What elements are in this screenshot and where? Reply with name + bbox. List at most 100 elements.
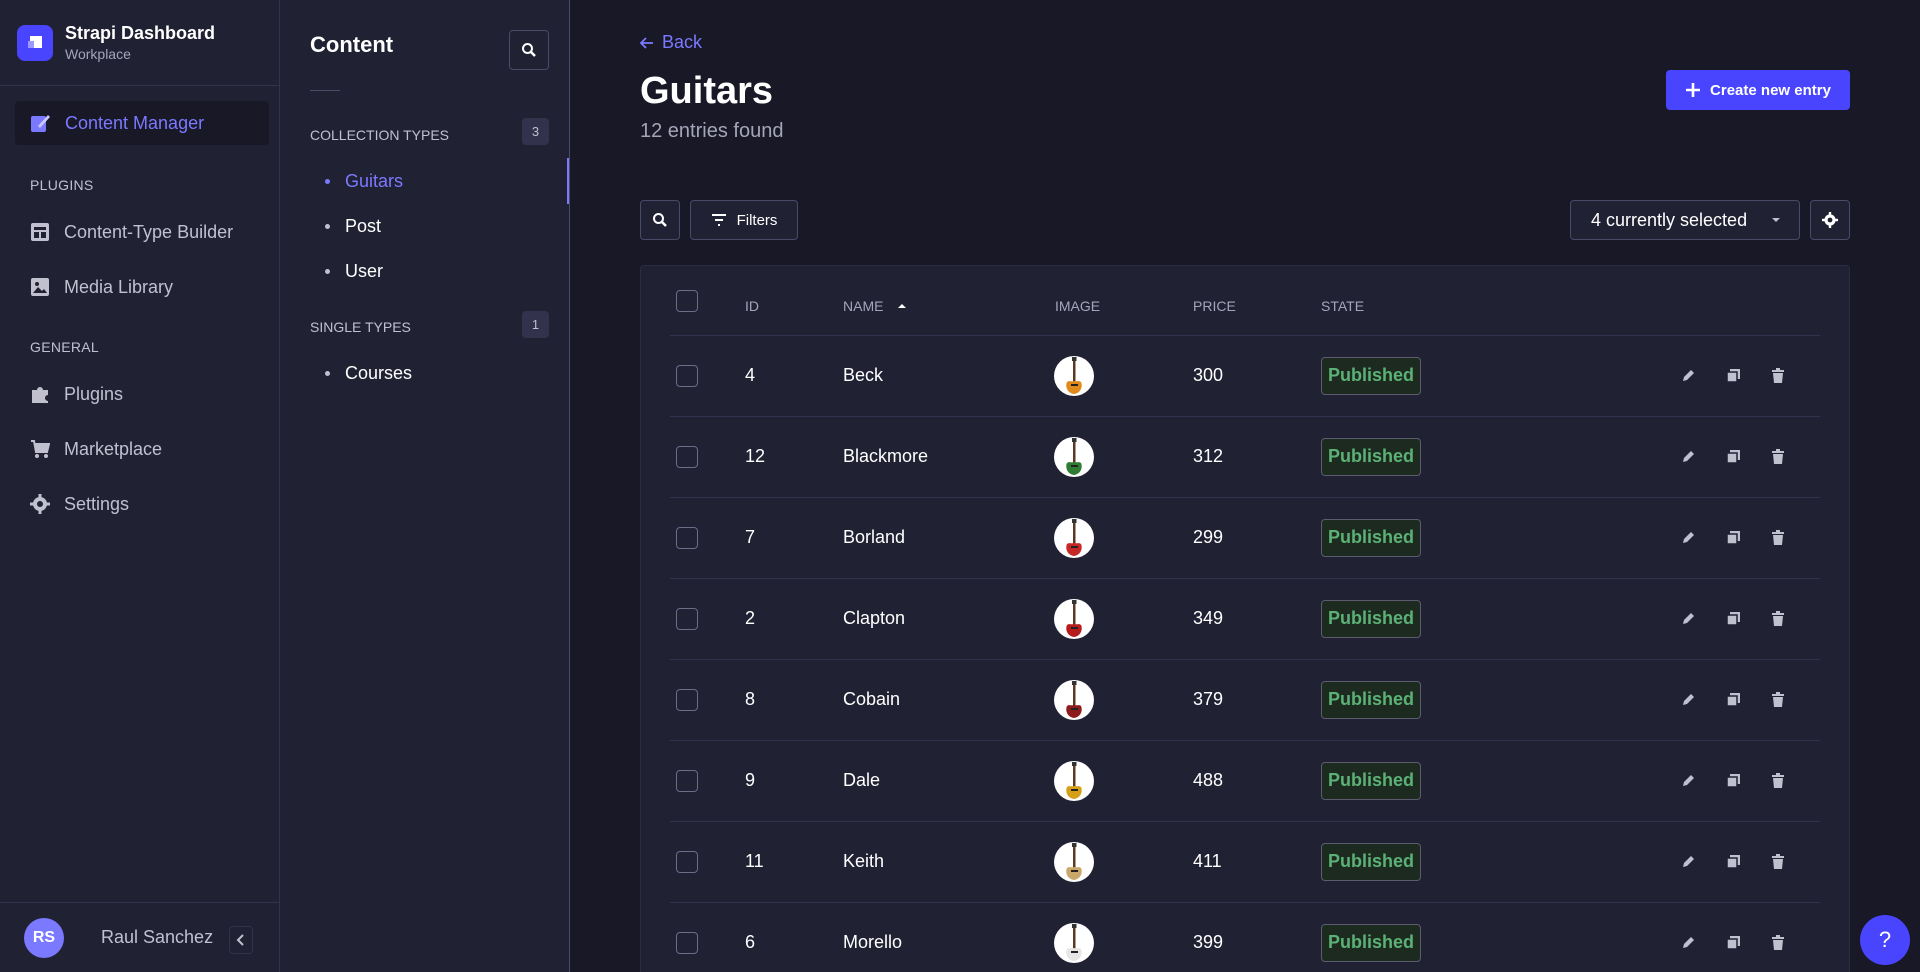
collection-types-label[interactable]: COLLECTION TYPES [310, 127, 449, 143]
edit-button[interactable] [1677, 851, 1699, 873]
pencil-icon [1682, 694, 1694, 705]
nav-item-label: Content-Type Builder [64, 221, 234, 242]
cell-price: 488 [1193, 769, 1224, 790]
guitar-icon [1066, 923, 1082, 961]
duplicate-button[interactable] [1722, 608, 1744, 630]
subnav-search-button[interactable] [509, 30, 549, 70]
guitar-icon [1066, 356, 1082, 394]
nav-item-marketplace[interactable]: Marketplace [30, 434, 162, 464]
cell-price: 300 [1193, 364, 1224, 385]
delete-button[interactable] [1767, 689, 1789, 711]
columns-select[interactable]: 4 currently selected [1570, 200, 1800, 240]
edit-button[interactable] [1677, 446, 1699, 468]
create-new-entry-button[interactable]: Create new entry [1666, 70, 1850, 110]
edit-button[interactable] [1677, 770, 1699, 792]
pencil-icon [1682, 937, 1694, 948]
single-types-count: 1 [522, 311, 549, 338]
duplicate-button[interactable] [1722, 689, 1744, 711]
column-header-name[interactable]: NAME [843, 298, 907, 314]
trash-icon [1772, 611, 1784, 626]
delete-button[interactable] [1767, 608, 1789, 630]
nav-item-label: Settings [64, 493, 130, 514]
status-badge: Published [1321, 599, 1421, 638]
subnav-item-post[interactable]: Post [325, 216, 381, 237]
cell-id: 8 [745, 688, 756, 709]
cell-name: Cobain [843, 688, 901, 709]
back-link[interactable]: Back [640, 32, 702, 53]
subnav-item-courses[interactable]: Courses [325, 363, 412, 384]
row-checkbox[interactable] [676, 526, 698, 549]
edit-button[interactable] [1677, 689, 1699, 711]
settings-button[interactable] [1810, 200, 1850, 240]
delete-button[interactable] [1767, 932, 1789, 954]
filter-icon [711, 214, 726, 226]
nav-item-media-library[interactable]: Media Library [30, 272, 173, 302]
guitar-thumbnail [1054, 760, 1094, 801]
subnav-item-user[interactable]: User [325, 261, 383, 282]
subnav-title: Content [310, 32, 394, 57]
delete-button[interactable] [1767, 770, 1789, 792]
duplicate-button[interactable] [1722, 527, 1744, 549]
select-all-checkbox[interactable] [676, 290, 698, 312]
row-checkbox[interactable] [676, 688, 698, 711]
subnav-item-guitars[interactable]: Guitars [325, 171, 403, 192]
search-button[interactable] [640, 200, 680, 240]
row-checkbox[interactable] [676, 850, 698, 873]
duplicate-icon [1725, 693, 1740, 707]
nav-item-plugins[interactable]: Plugins [30, 379, 123, 409]
row-checkbox[interactable] [676, 364, 698, 387]
column-header-id[interactable]: ID [745, 298, 759, 314]
nav-item-content-type-builder[interactable]: Content-Type Builder [30, 217, 233, 247]
delete-button[interactable] [1767, 446, 1789, 468]
cell-price: 349 [1193, 607, 1224, 628]
active-indicator [567, 158, 569, 204]
nav-item-label: Media Library [64, 276, 174, 297]
nav-item-settings[interactable]: Settings [30, 489, 129, 519]
plus-icon [1686, 83, 1701, 97]
user-name: Raul Sanchez [101, 927, 214, 947]
brand[interactable]: Strapi Dashboard Workplace [0, 0, 279, 86]
guitar-icon [1066, 599, 1082, 637]
duplicate-icon [1725, 936, 1740, 950]
delete-button[interactable] [1767, 365, 1789, 387]
sort-ascending-icon [898, 304, 907, 308]
filters-button[interactable]: Filters [690, 200, 798, 240]
row-checkbox[interactable] [676, 769, 698, 792]
pencil-icon [1682, 370, 1694, 381]
duplicate-button[interactable] [1722, 365, 1744, 387]
brand-subtitle: Workplace [65, 46, 131, 62]
column-header-state[interactable]: STATE [1321, 298, 1364, 314]
gear-icon [30, 494, 50, 514]
image-icon [31, 278, 49, 296]
row-checkbox[interactable] [676, 607, 698, 630]
edit-button[interactable] [1677, 365, 1699, 387]
column-header-price[interactable]: PRICE [1193, 298, 1236, 314]
single-types-label[interactable]: SINGLE TYPES [310, 319, 411, 335]
status-badge: Published [1321, 923, 1421, 962]
edit-button[interactable] [1677, 527, 1699, 549]
edit-button[interactable] [1677, 608, 1699, 630]
pencil-icon [1682, 532, 1694, 543]
duplicate-button[interactable] [1722, 932, 1744, 954]
nav-item-content-manager[interactable]: Content Manager [15, 101, 269, 145]
delete-button[interactable] [1767, 851, 1789, 873]
cell-id: 12 [745, 445, 766, 466]
row-checkbox[interactable] [676, 445, 698, 468]
collapse-nav-button[interactable] [229, 926, 253, 954]
duplicate-button[interactable] [1722, 770, 1744, 792]
guitar-thumbnail [1054, 679, 1094, 720]
cell-name: Keith [843, 850, 885, 871]
edit-button[interactable] [1677, 932, 1699, 954]
trash-icon [1772, 368, 1784, 383]
duplicate-button[interactable] [1722, 446, 1744, 468]
cell-price: 299 [1193, 526, 1224, 547]
subnav-item-label: User [345, 261, 384, 281]
row-checkbox[interactable] [676, 931, 698, 954]
duplicate-button[interactable] [1722, 851, 1744, 873]
nav-section-plugins: PLUGINS [30, 177, 94, 193]
help-button[interactable]: ? [1860, 915, 1910, 965]
entries-count: 12 entries found [640, 120, 784, 142]
delete-button[interactable] [1767, 527, 1789, 549]
cell-name: Clapton [843, 607, 906, 628]
divider [310, 90, 340, 91]
